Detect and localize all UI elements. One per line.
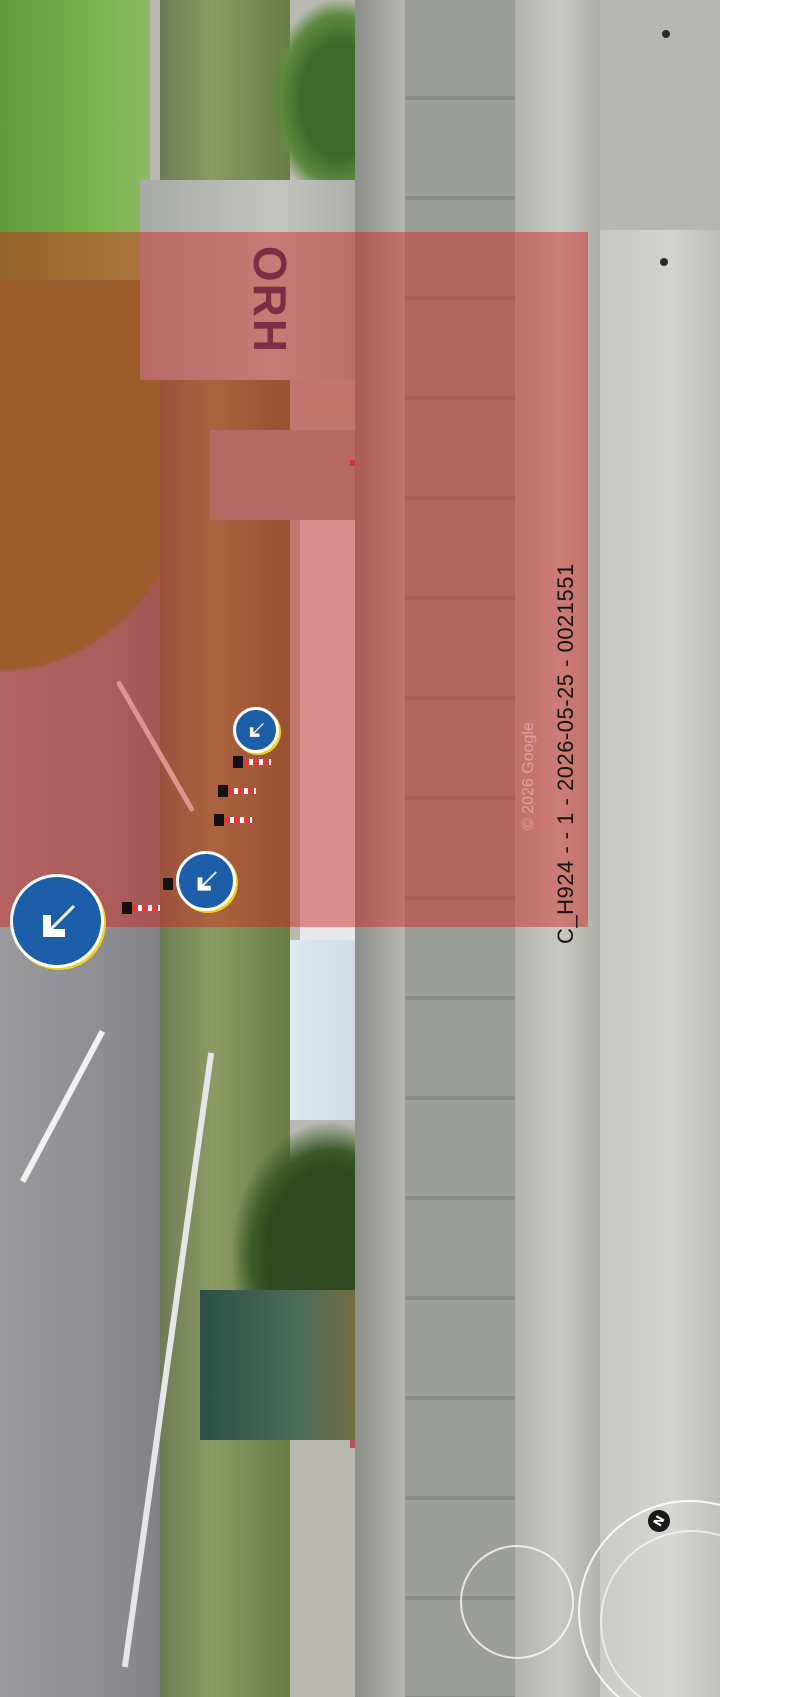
traffic-cone (233, 756, 273, 768)
keep-left-sign-icon[interactable] (176, 851, 236, 911)
traffic-cone (122, 902, 162, 914)
concrete-barrier-top (600, 0, 720, 230)
highlight-overlay (0, 232, 588, 927)
bolt (660, 258, 668, 266)
bolt (662, 30, 670, 38)
concrete-barrier (600, 0, 720, 1697)
keep-left-sign-icon[interactable] (233, 707, 279, 753)
caption-text: C_H924 - - 1 - 2026-05-25 - 0021551 (553, 563, 578, 944)
keep-left-sign-icon[interactable] (10, 874, 104, 968)
street-view-photo[interactable]: ORH © 2026 Google C_H924 - - 1 - 2026-05… (0, 0, 776, 1697)
billboard (200, 1290, 365, 1440)
traffic-cone (214, 814, 254, 826)
navigation-ring[interactable] (460, 1545, 574, 1659)
traffic-cone (218, 785, 258, 797)
page-margin (720, 0, 789, 1697)
